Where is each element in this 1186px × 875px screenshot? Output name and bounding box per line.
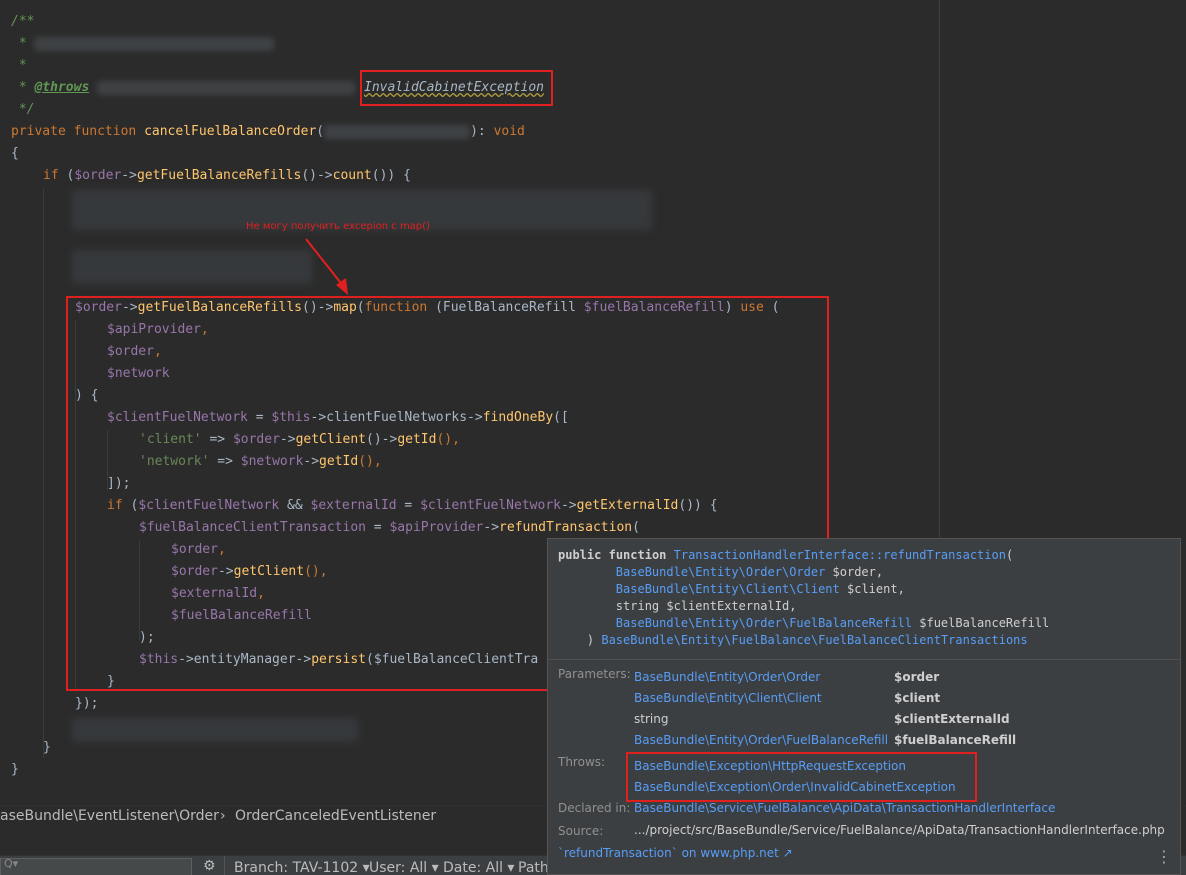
annotation-arrow-icon <box>305 238 348 295</box>
search-icon: Q▾ <box>4 857 19 870</box>
throws-label: Throws: <box>558 755 606 769</box>
divider <box>224 856 225 875</box>
use-close: ) { <box>75 388 99 403</box>
type-link[interactable]: BaseBundle\Entity\Client\Client <box>616 582 840 596</box>
refund-transaction-assign: $fuelBalanceClientTransaction = $apiProv… <box>139 520 640 535</box>
breadcrumb-namespace[interactable]: aseBundle\EventListener\Order <box>0 808 219 824</box>
map-end: }); <box>75 696 99 711</box>
indent-guide <box>43 188 44 758</box>
path-filter[interactable]: Path <box>518 860 549 875</box>
brace-open: { <box>11 146 19 161</box>
param-type: string <box>634 712 669 726</box>
popup-signature: public function TransactionHandlerInterf… <box>558 548 1050 647</box>
user-filter[interactable]: User: All ▾ <box>369 860 439 875</box>
gear-icon[interactable]: ⚙ <box>203 858 216 874</box>
breadcrumb-separator: › <box>220 808 226 824</box>
doc-close: */ <box>11 102 35 117</box>
method-close-brace: } <box>11 762 19 777</box>
arg-fuel-balance-refill: $fuelBalanceRefill <box>171 608 312 623</box>
if-count-close-brace: } <box>43 740 51 755</box>
method-signature: private function cancelFuelBalanceOrder(… <box>11 124 525 139</box>
arg-order: $order, <box>171 542 226 557</box>
obscured-code <box>72 718 358 742</box>
arg-external-id: $externalId, <box>171 586 265 601</box>
doc-throws-line: * @throws <box>11 77 356 99</box>
param-name: $fuelBalanceRefill <box>894 733 1017 747</box>
param-name: $order <box>894 670 940 684</box>
breadcrumb-class[interactable]: OrderCanceledEventListener <box>235 808 436 824</box>
call-close: ); <box>139 630 155 645</box>
declared-in-label: Declared in: <box>558 801 631 815</box>
array-close: ]); <box>107 476 131 491</box>
doc-line: * <box>11 33 275 55</box>
param-type-link[interactable]: BaseBundle\Entity\Order\Order <box>634 670 820 684</box>
more-options-icon[interactable]: ⋮ <box>1156 847 1172 866</box>
source-label: Source: <box>558 824 604 838</box>
param-name: $clientExternalId <box>894 712 1010 726</box>
vcs-search-input[interactable]: Q▾ <box>0 857 192 875</box>
param-type-link[interactable]: BaseBundle\Entity\Client\Client <box>634 691 822 705</box>
source-path: .../project/src/BaseBundle/Service/FuelB… <box>634 823 1165 837</box>
arg-order-client: $order->getClient(), <box>171 564 328 579</box>
use-api-provider: $apiProvider, <box>107 322 209 337</box>
parameters-label: Parameters: <box>558 667 631 681</box>
obscured-code <box>72 250 312 284</box>
if-external-id-line: if ($clientFuelNetwork && $externalId = … <box>107 498 718 513</box>
if-close-brace: } <box>107 674 115 689</box>
param-name: $client <box>894 691 941 705</box>
use-order: $order, <box>107 344 162 359</box>
type-link[interactable]: BaseBundle\Entity\Order\Order <box>616 565 826 579</box>
return-type-link[interactable]: BaseBundle\Entity\FuelBalance\FuelBalanc… <box>601 633 1027 647</box>
declared-in-link[interactable]: BaseBundle\Service\FuelBalance\ApiData\T… <box>634 801 1055 815</box>
branch-filter[interactable]: Branch: TAV-1102 ▾ <box>234 860 370 875</box>
date-filter[interactable]: Date: All ▾ <box>443 860 514 875</box>
client-fuel-network-assign: $clientFuelNetwork = $this->clientFuelNe… <box>107 410 569 425</box>
if-count-line: if ($order->getFuelBalanceRefills()->cou… <box>43 168 411 183</box>
divider <box>548 659 1180 660</box>
method-link[interactable]: TransactionHandlerInterface::refundTrans… <box>674 548 1006 562</box>
use-network: $network <box>107 366 170 381</box>
type-link[interactable]: BaseBundle\Entity\Order\FuelBalanceRefil… <box>616 616 912 630</box>
highlight-box-doc-throws <box>360 70 553 106</box>
param-type-link[interactable]: BaseBundle\Entity\Order\FuelBalanceRefil… <box>634 733 888 747</box>
doc-open: /** <box>11 14 35 29</box>
doc-star: * <box>11 58 27 73</box>
array-client-entry: 'client' => $order->getClient()->getId()… <box>139 432 460 447</box>
highlight-box-throws <box>626 752 977 802</box>
annotation-text: Не могу получить excepion с map() <box>246 221 430 232</box>
persist-line: $this->entityManager->persist($fuelBalan… <box>139 652 539 667</box>
quick-documentation-popup[interactable]: public function TransactionHandlerInterf… <box>547 538 1181 875</box>
map-line: $order->getFuelBalanceRefills()->map(fun… <box>75 300 780 315</box>
php-net-link[interactable]: `refundTransaction` on www.php.net ↗ <box>558 846 793 860</box>
array-network-entry: 'network' => $network->getId(), <box>139 454 382 469</box>
